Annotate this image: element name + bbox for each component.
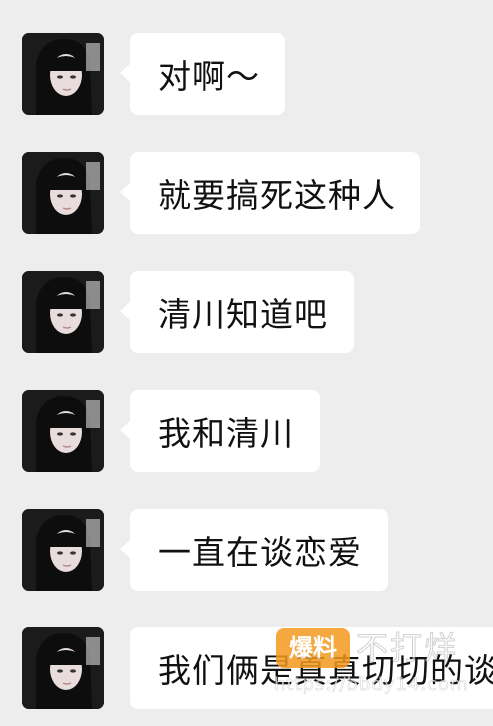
avatar-image <box>22 271 104 353</box>
message-text: 我和清川 <box>158 414 294 453</box>
avatar[interactable] <box>22 509 104 591</box>
message-row: 一直在谈恋爱 <box>0 509 493 599</box>
message-bubble[interactable]: 清川知道吧 <box>120 271 354 353</box>
avatar-image <box>22 509 104 591</box>
message-row: 我和清川 <box>0 390 493 480</box>
avatar[interactable] <box>22 271 104 353</box>
avatar-image <box>22 390 104 472</box>
chat-message-list: 对啊～ 就要搞死这种人 清川知道吧 我和清川 一直在谈恋爱 我们俩是真真切切的谈 <box>0 0 493 726</box>
message-row: 对啊～ <box>0 33 493 123</box>
avatar-image <box>22 152 104 234</box>
message-text: 就要搞死这种人 <box>158 176 396 215</box>
message-text: 对啊～ <box>158 57 260 96</box>
message-row: 清川知道吧 <box>0 271 493 361</box>
message-bubble[interactable]: 一直在谈恋爱 <box>120 509 388 591</box>
message-row: 我们俩是真真切切的谈 <box>0 627 493 717</box>
message-row: 就要搞死这种人 <box>0 152 493 242</box>
message-bubble[interactable]: 就要搞死这种人 <box>120 152 420 234</box>
avatar[interactable] <box>22 390 104 472</box>
message-text: 我们俩是真真切切的谈 <box>158 651 493 690</box>
message-bubble[interactable]: 我们俩是真真切切的谈 <box>130 627 493 709</box>
message-text: 清川知道吧 <box>158 295 328 334</box>
message-text: 一直在谈恋爱 <box>158 533 362 572</box>
message-bubble[interactable]: 对啊～ <box>120 33 285 115</box>
avatar[interactable] <box>22 33 104 115</box>
avatar-image <box>22 627 104 709</box>
message-bubble[interactable]: 我和清川 <box>120 390 320 472</box>
avatar[interactable] <box>22 627 104 709</box>
avatar[interactable] <box>22 152 104 234</box>
avatar-image <box>22 33 104 115</box>
